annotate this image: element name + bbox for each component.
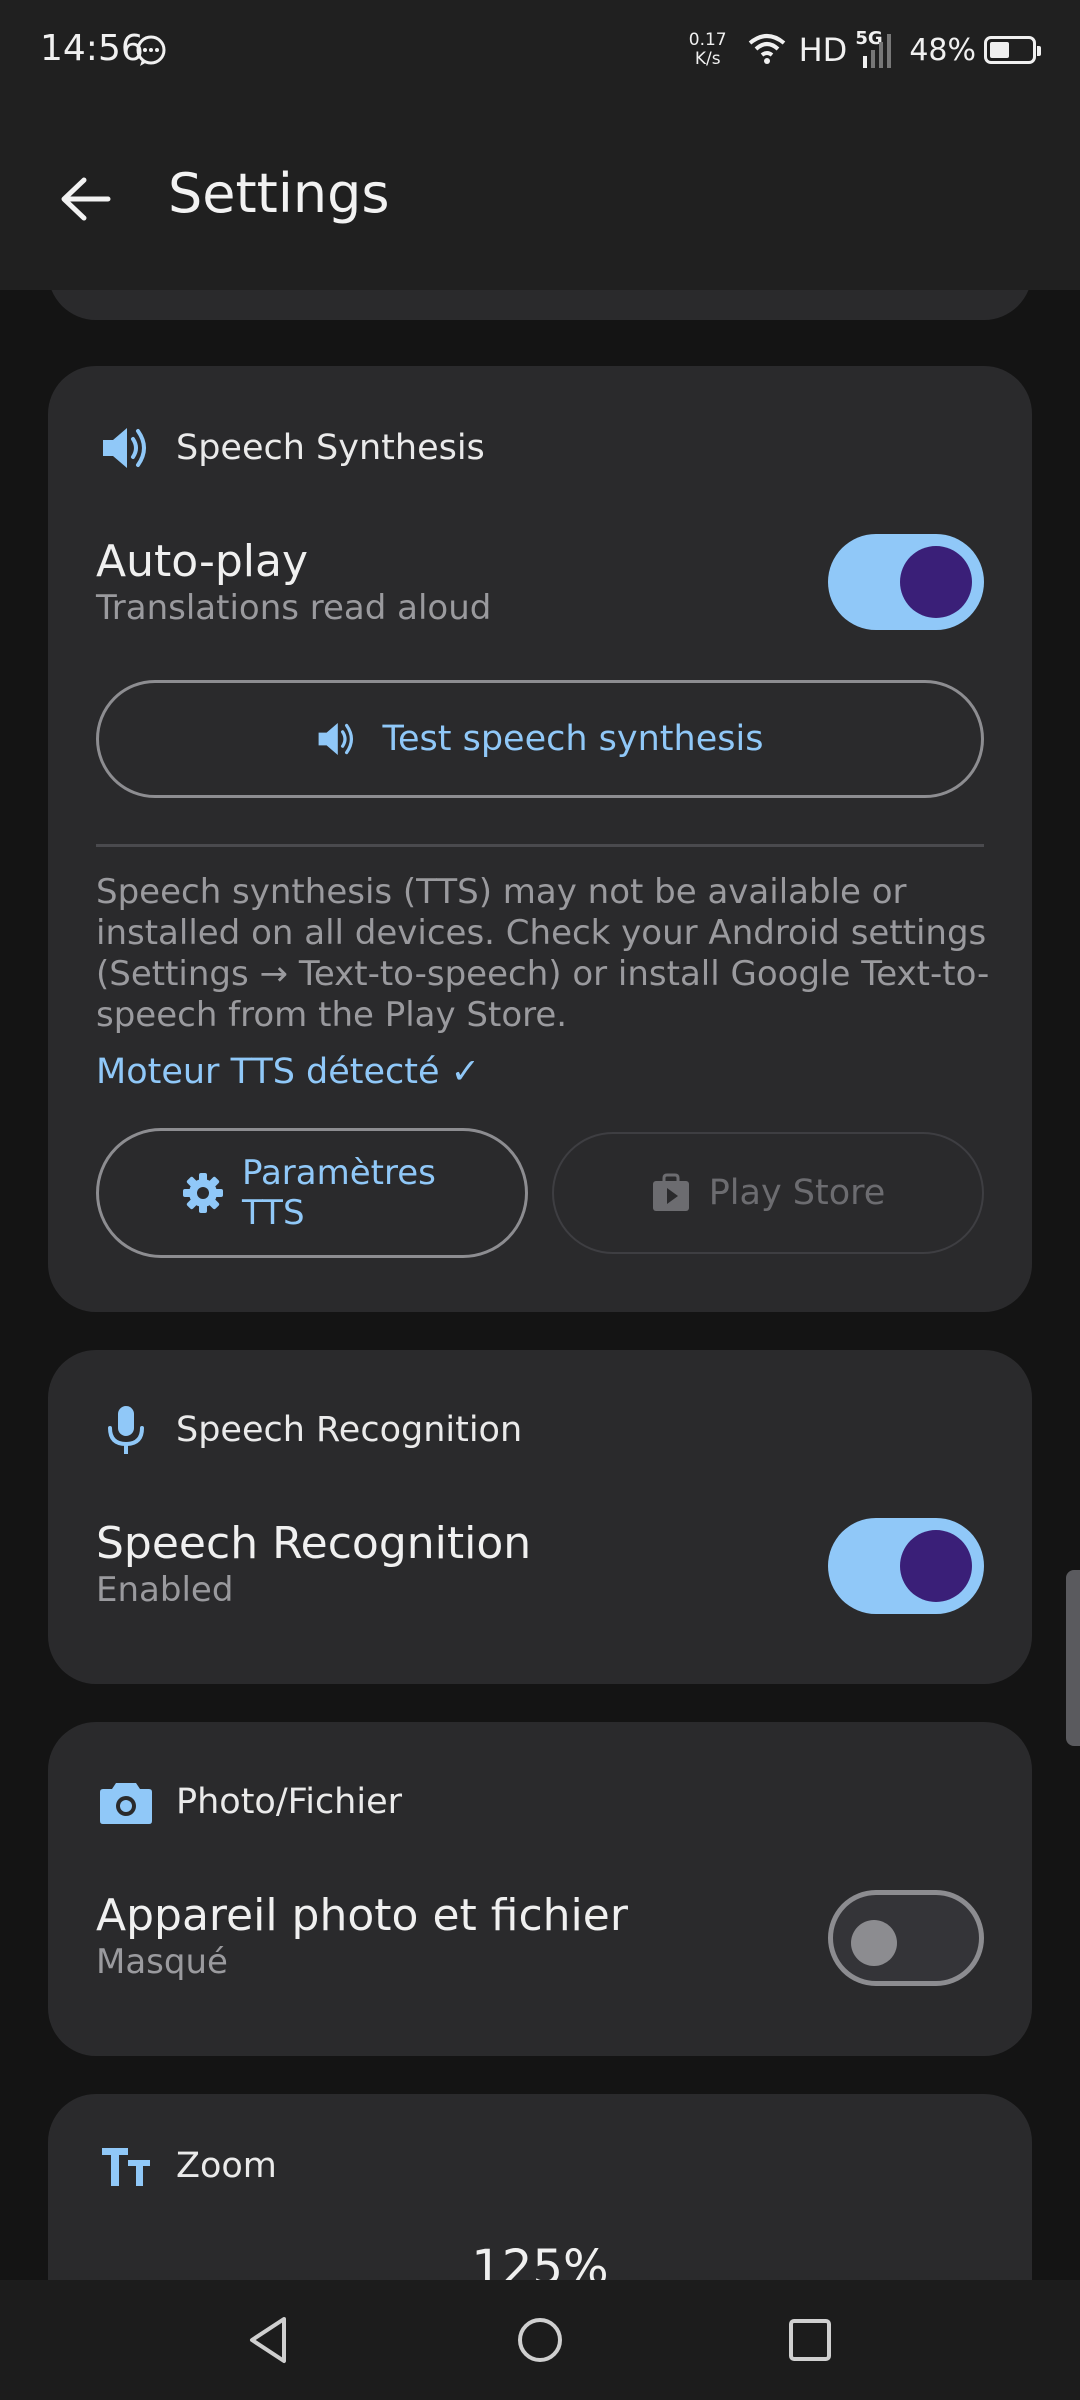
section-title: Photo/Fichier bbox=[176, 1782, 403, 1822]
volume-icon bbox=[98, 420, 154, 476]
network-speed: 0.17 K/s bbox=[689, 31, 727, 69]
status-bar: 14:56 0.17 K/s HD 5G 48% bbox=[0, 0, 1080, 100]
section-title: Speech Recognition bbox=[176, 1410, 523, 1450]
chat-notification-icon bbox=[134, 34, 168, 72]
network-speed-unit: K/s bbox=[694, 49, 721, 69]
speech-synthesis-card: Speech Synthesis Auto-play Translations … bbox=[48, 366, 1032, 1312]
speech-recognition-card: Speech Recognition Speech Recognition En… bbox=[48, 1350, 1032, 1684]
tts-settings-button[interactable]: Paramètres TTS bbox=[96, 1128, 528, 1258]
scroll-indicator[interactable] bbox=[1066, 1570, 1080, 1746]
photo-file-card: Photo/Fichier Appareil photo et fichier … bbox=[48, 1722, 1032, 2056]
camera-icon bbox=[98, 1774, 154, 1830]
text-size-icon bbox=[98, 2138, 154, 2194]
network-speed-value: 0.17 bbox=[688, 30, 727, 50]
triangle-back-icon bbox=[250, 2317, 286, 2363]
divider bbox=[96, 844, 984, 847]
speech-recognition-toggle[interactable] bbox=[828, 1518, 984, 1614]
play-store-label: Play Store bbox=[708, 1173, 886, 1213]
circle-home-icon bbox=[518, 2318, 562, 2362]
nav-back-button[interactable] bbox=[228, 2310, 308, 2370]
hd-indicator: HD bbox=[798, 31, 848, 69]
toggle-knob bbox=[851, 1920, 897, 1966]
tts-settings-label: Paramètres TTS bbox=[242, 1153, 436, 1233]
test-speech-button[interactable]: Test speech synthesis bbox=[96, 680, 984, 798]
toggle-knob bbox=[900, 546, 972, 618]
volume-icon bbox=[317, 720, 357, 758]
speech-recognition-header: Speech Recognition bbox=[98, 1402, 522, 1458]
square-recents-icon bbox=[789, 2319, 831, 2361]
gear-icon bbox=[182, 1172, 224, 1214]
zoom-value: 125% bbox=[471, 2240, 609, 2280]
nav-home-button[interactable] bbox=[500, 2310, 580, 2370]
battery-icon bbox=[984, 36, 1041, 64]
cell-signal-icon: 5G bbox=[855, 28, 895, 72]
nav-recents-button[interactable] bbox=[770, 2310, 850, 2370]
photo-file-header: Photo/Fichier bbox=[98, 1774, 402, 1830]
section-title: Speech Synthesis bbox=[176, 428, 485, 468]
back-button[interactable] bbox=[44, 160, 126, 238]
shop-icon bbox=[651, 1173, 691, 1213]
status-time: 14:56 bbox=[40, 28, 144, 69]
tts-status: Moteur TTS détecté ✓ bbox=[96, 1052, 481, 1092]
mic-icon bbox=[98, 1402, 154, 1458]
page-title: Settings bbox=[168, 162, 390, 225]
photo-file-toggle[interactable] bbox=[828, 1890, 984, 1986]
tts-info-text: Speech synthesis (TTS) may not be availa… bbox=[96, 872, 990, 1035]
autoplay-subtitle: Translations read aloud bbox=[96, 588, 492, 628]
autoplay-toggle[interactable] bbox=[828, 534, 984, 630]
speech-synthesis-header: Speech Synthesis bbox=[98, 420, 485, 476]
speech-recognition-subtitle: Enabled bbox=[96, 1570, 234, 1610]
zoom-card: Zoom 125% bbox=[48, 2094, 1032, 2280]
battery-percent: 48% bbox=[909, 32, 976, 68]
photo-file-title: Appareil photo et fichier bbox=[96, 1890, 628, 1941]
photo-file-subtitle: Masqué bbox=[96, 1942, 228, 1982]
navigation-bar bbox=[0, 2280, 1080, 2400]
previous-settings-card bbox=[48, 290, 1032, 320]
toggle-knob bbox=[900, 1530, 972, 1602]
zoom-header: Zoom bbox=[98, 2138, 277, 2194]
arrow-back-icon bbox=[61, 177, 111, 221]
app-bar: Settings bbox=[0, 100, 1080, 290]
autoplay-title: Auto-play bbox=[96, 536, 309, 587]
test-speech-label: Test speech synthesis bbox=[382, 719, 764, 759]
play-store-button[interactable]: Play Store bbox=[552, 1132, 984, 1254]
section-title: Zoom bbox=[176, 2146, 277, 2186]
settings-scroll[interactable]: Speech Synthesis Auto-play Translations … bbox=[0, 290, 1080, 2280]
speech-recognition-title: Speech Recognition bbox=[96, 1518, 532, 1569]
wifi-icon bbox=[747, 31, 787, 69]
